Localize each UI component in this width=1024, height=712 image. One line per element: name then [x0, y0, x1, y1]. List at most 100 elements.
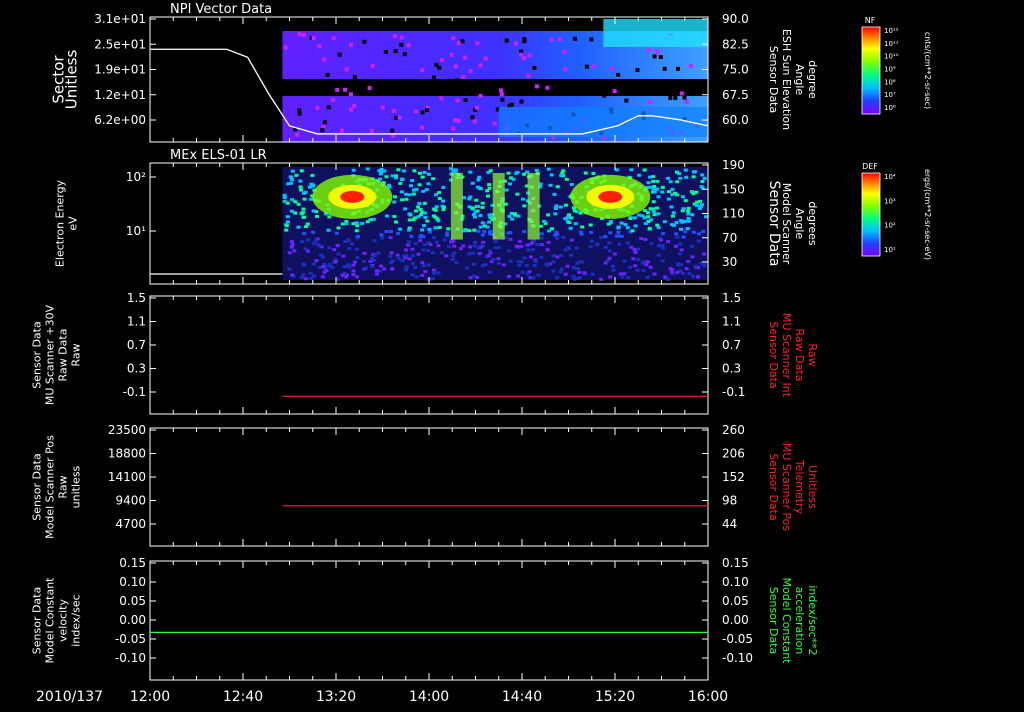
- els-pixel: [298, 185, 303, 189]
- els-pixel: [472, 215, 477, 219]
- y-tick-label-left: 1.1: [127, 315, 146, 329]
- els-pixel: [551, 254, 556, 258]
- els-pixel: [635, 268, 640, 272]
- els-pixel: [607, 241, 612, 245]
- els-pixel: [507, 249, 512, 253]
- els-pixel: [413, 242, 418, 246]
- els-pixel: [651, 210, 656, 214]
- els-pixel: [637, 173, 642, 177]
- els-pixel: [293, 211, 298, 215]
- y-tick-label-right: 70: [722, 231, 737, 245]
- npi-pixel: [478, 63, 483, 68]
- els-pixel: [567, 221, 572, 225]
- y-axis-label-right: MU Scanner Int: [780, 313, 793, 398]
- els-pixel: [398, 227, 403, 231]
- y-axis-label-right: index/sec**2: [806, 585, 819, 655]
- els-pixel: [701, 230, 706, 234]
- y-axis-label-left: Electron Energy: [54, 179, 67, 267]
- els-pixel: [473, 210, 478, 214]
- npi-pixel: [460, 39, 465, 44]
- els-pixel: [468, 245, 473, 249]
- npi-pixel: [500, 97, 505, 102]
- npi-pixel: [648, 100, 653, 105]
- els-pixel: [646, 215, 651, 219]
- els-pixel: [332, 248, 337, 252]
- els-pixel: [535, 242, 540, 246]
- els-pixel: [476, 178, 481, 182]
- els-pixel: [681, 235, 686, 239]
- els-pixel: [599, 235, 604, 239]
- npi-pixel: [311, 35, 316, 40]
- els-pixel: [418, 207, 423, 211]
- els-pixel: [464, 266, 469, 270]
- els-pixel: [539, 243, 544, 247]
- y-tick-label-right: 110: [722, 207, 745, 221]
- els-pixel: [410, 273, 415, 277]
- els-pixel: [414, 275, 419, 279]
- els-pixel: [487, 249, 492, 253]
- els-vertical-band-2: [492, 173, 505, 240]
- els-pixel: [648, 175, 653, 179]
- els-pixel: [582, 271, 587, 275]
- els-pixel: [690, 213, 695, 217]
- y-tick-label-left: -0.05: [115, 632, 146, 646]
- y-axis-label-right: Model Scanner: [780, 183, 793, 265]
- els-pixel: [368, 259, 373, 263]
- npi-pixel: [335, 87, 340, 92]
- els-pixel: [287, 267, 292, 271]
- els-pixel: [441, 185, 446, 189]
- els-pixel: [546, 167, 551, 171]
- els-pixel: [334, 231, 339, 235]
- els-pixel: [426, 249, 431, 253]
- els-pixel: [341, 254, 346, 258]
- els-pixel: [497, 261, 502, 265]
- npi-pixel: [369, 129, 374, 134]
- y-axis-label-left: Raw: [70, 343, 83, 366]
- els-pixel: [299, 169, 304, 173]
- y-tick-label-left: 0.00: [119, 613, 146, 627]
- y-tick-label-right: 44: [722, 517, 737, 531]
- els-pixel: [301, 273, 306, 277]
- els-pixel: [472, 228, 477, 232]
- els-pixel: [678, 176, 683, 180]
- els-pixel: [636, 247, 641, 251]
- els-pixel: [394, 220, 399, 224]
- els-pixel: [288, 181, 293, 185]
- els-pixel: [564, 177, 569, 181]
- els-pixel: [400, 259, 405, 263]
- els-pixel: [534, 168, 539, 172]
- els-pixel: [536, 273, 541, 277]
- els-pixel: [522, 230, 527, 234]
- els-pixel: [683, 168, 688, 172]
- els-pixel: [419, 213, 424, 217]
- els-pixel: [312, 274, 317, 278]
- panel-5: 0.15 0.10 0.05 0.00 -0.05 -0.10 0.15 0.10 0.05 0.…: [31, 556, 819, 681]
- els-pixel: [576, 267, 581, 271]
- els-pixel: [687, 272, 692, 276]
- els-pixel: [410, 247, 415, 251]
- els-pixel: [336, 226, 341, 230]
- els-pixel: [493, 239, 498, 243]
- els-pixel: [433, 226, 438, 230]
- els-pixel: [487, 183, 492, 187]
- y-axis-label-left: velocity: [57, 599, 70, 642]
- els-pixel: [651, 187, 656, 191]
- els-pixel: [559, 267, 564, 271]
- els-pixel: [529, 241, 534, 245]
- time-tick-label: 12:00: [130, 689, 170, 705]
- els-pixel: [428, 230, 433, 234]
- els-pixel: [564, 203, 569, 207]
- els-pixel: [700, 180, 705, 184]
- els-pixel: [311, 209, 316, 213]
- els-pixel: [632, 216, 637, 220]
- colorbar-label: NF: [865, 16, 876, 25]
- npi-pixel: [483, 56, 488, 61]
- els-pixel: [430, 251, 435, 255]
- els-pixel: [666, 240, 671, 244]
- els-pixel: [480, 221, 485, 225]
- y-axis-label-right: Unitless: [806, 465, 819, 509]
- els-pixel: [344, 222, 349, 226]
- npi-pixel: [584, 64, 589, 69]
- els-pixel: [314, 259, 319, 263]
- els-pixel: [569, 238, 574, 242]
